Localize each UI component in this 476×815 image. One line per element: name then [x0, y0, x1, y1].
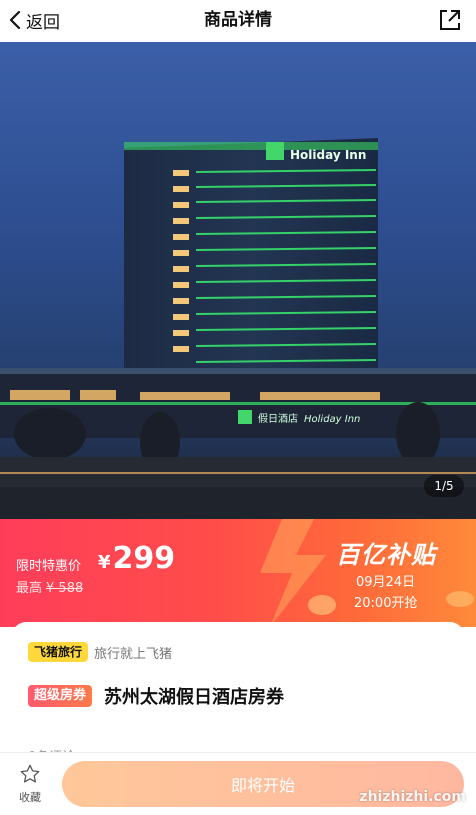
max-label: 最高 — [16, 581, 43, 596]
max-price: 最高 ¥ 588 — [16, 577, 83, 596]
watermark: zhizhizhi.com — [359, 789, 466, 805]
product-title: 苏州太湖假日酒店房券 — [104, 687, 284, 708]
product-card: 飞猪旅行 旅行就上飞猪 超级房券 苏州太湖假日酒店房券 0条评论 — [12, 622, 464, 772]
hotel-sign-top: Holiday Inn — [290, 148, 366, 162]
image-counter: 1/5 — [424, 475, 464, 497]
hotel-sign-bottom-cn: 假日酒店 — [258, 412, 298, 425]
subsidy-badge: 百亿补贴 — [336, 541, 436, 569]
bottom-action-bar: 收藏 即将开始 zhizhizhi.com — [0, 752, 476, 815]
share-icon[interactable] — [438, 8, 462, 32]
promo-banner: 限时特惠价 ¥299 最高 ¥ 588 百亿补贴 09月24日 20:00开抢 — [0, 519, 476, 627]
top-nav: 返回 商品详情 — [0, 0, 476, 40]
hotel-sign-bottom-en: Holiday Inn — [304, 414, 360, 425]
star-icon — [20, 764, 40, 783]
favorite-button[interactable]: 收藏 — [12, 763, 48, 809]
promo-date: 09月24日 — [356, 575, 416, 590]
hotel-illustration: Holiday Inn 假日酒店 Holiday Inn — [0, 138, 476, 519]
price-value: 299 — [112, 541, 176, 576]
hero-image[interactable]: Holiday Inn 假日酒店 Holiday Inn 1/5 — [0, 42, 476, 519]
brand-slogan: 旅行就上飞猪 — [94, 647, 173, 662]
currency-symbol: ¥ — [98, 552, 111, 573]
promo-time: 20:00开抢 — [354, 596, 418, 611]
original-price: ¥ 588 — [46, 581, 84, 596]
brand-tag: 飞猪旅行 — [28, 642, 89, 662]
page-title: 商品详情 — [204, 10, 272, 30]
promo-price: ¥299 — [98, 541, 175, 576]
promo-label: 限时特惠价 — [16, 559, 82, 574]
deal-tag: 超级房券 — [28, 685, 93, 707]
favorite-label: 收藏 — [19, 791, 41, 804]
